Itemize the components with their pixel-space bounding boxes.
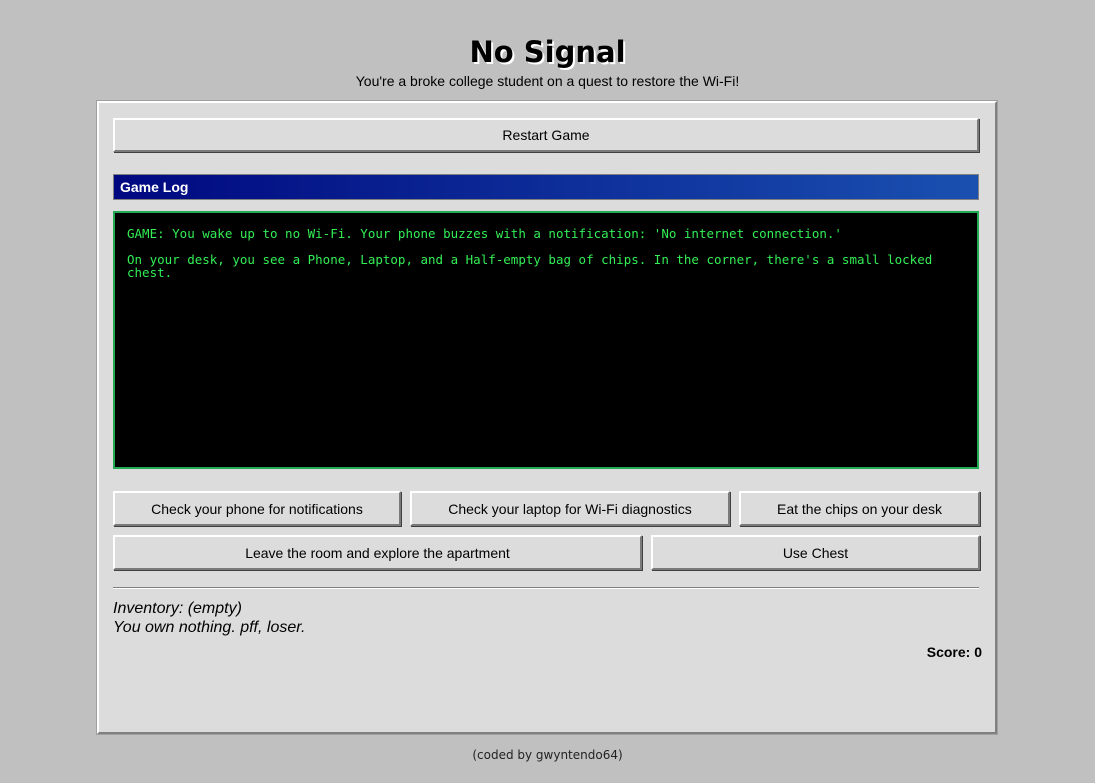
restart-game-button[interactable]: Restart Game bbox=[113, 118, 979, 152]
divider bbox=[113, 587, 979, 589]
game-log[interactable]: GAME: You wake up to no Wi-Fi. Your phon… bbox=[113, 211, 979, 469]
log-line: GAME: You wake up to no Wi-Fi. Your phon… bbox=[127, 226, 842, 241]
score-display: Score: 0 bbox=[926, 644, 982, 660]
leave-room-button[interactable]: Leave the room and explore the apartment bbox=[113, 535, 642, 570]
footer-credit: (coded by gwyntendo64) bbox=[472, 748, 623, 762]
inventory-description: You own nothing. pff, loser. bbox=[113, 619, 306, 636]
inventory-title: Inventory: (empty) bbox=[113, 600, 242, 617]
check-laptop-button[interactable]: Check your laptop for Wi-Fi diagnostics bbox=[410, 491, 730, 526]
log-line: On your desk, you see a Phone, Laptop, a… bbox=[127, 252, 933, 280]
game-log-header: Game Log bbox=[113, 174, 979, 200]
eat-chips-button[interactable]: Eat the chips on your desk bbox=[739, 491, 980, 526]
game-subtitle: You're a broke college student on a ques… bbox=[355, 73, 740, 89]
game-title: No Signal bbox=[469, 35, 626, 69]
use-chest-button[interactable]: Use Chest bbox=[651, 535, 980, 570]
check-phone-button[interactable]: Check your phone for notifications bbox=[113, 491, 401, 526]
game-panel: Restart Game Game Log GAME: You wake up … bbox=[97, 101, 997, 734]
